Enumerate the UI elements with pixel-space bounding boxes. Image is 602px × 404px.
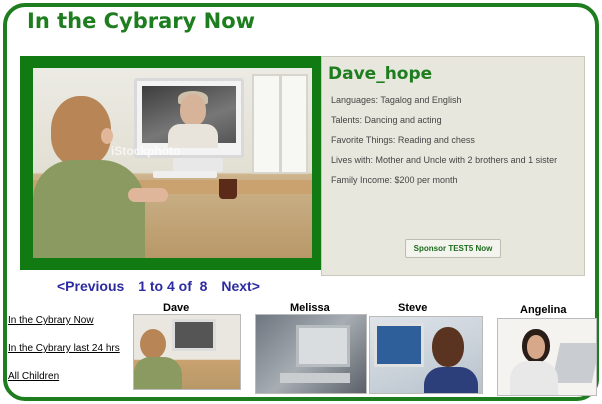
thumbnail-dave[interactable] — [133, 314, 241, 390]
thumbnail-angelina[interactable] — [497, 318, 597, 396]
thumbnail-melissa[interactable] — [255, 314, 367, 394]
screen-person-face — [180, 94, 206, 126]
child-body — [33, 160, 145, 258]
thumb-monitor — [374, 323, 424, 367]
thumb-keyboard — [280, 373, 350, 383]
thumb-child-head — [432, 327, 464, 367]
thumbnail-steve[interactable] — [369, 316, 483, 394]
sponsor-button[interactable]: Sponsor TEST5 Now — [405, 239, 501, 258]
photo-watermark: iStockphoto — [111, 144, 181, 158]
thumb-child-face — [527, 335, 545, 359]
thumb-child-body — [510, 361, 558, 395]
page-title: In the Cybrary Now — [27, 9, 256, 33]
profile-panel: Dave_hope Languages: Tagalog and English… — [321, 56, 585, 276]
monitor-stand — [173, 158, 223, 172]
next-link[interactable]: Next> — [221, 278, 260, 294]
window-graphic — [252, 74, 308, 174]
thumb-name-melissa: Melissa — [290, 302, 330, 314]
profile-lives-with: Lives with: Mother and Uncle with 2 brot… — [331, 155, 558, 165]
thumb-monitor — [296, 325, 350, 367]
profile-family-income: Family Income: $200 per month — [331, 175, 458, 185]
child-arm — [128, 188, 168, 202]
link-cybrary-last-24-hrs[interactable]: In the Cybrary last 24 hrs — [8, 343, 120, 354]
featured-photo-scene: iStockphoto — [33, 68, 312, 258]
child-name: Dave_hope — [328, 64, 433, 84]
thumb-name-dave: Dave — [163, 302, 190, 314]
thumb-laptop — [551, 343, 596, 383]
keyboard-graphic — [153, 171, 217, 178]
link-cybrary-now[interactable]: In the Cybrary Now — [8, 315, 94, 326]
thumb-monitor — [172, 319, 216, 351]
cup-graphic — [219, 179, 237, 199]
video-call-screen — [142, 86, 236, 148]
thumb-child-body — [424, 367, 478, 393]
profile-languages: Languages: Tagalog and English — [331, 95, 462, 105]
profile-talents: Talents: Dancing and acting — [331, 115, 442, 125]
thumb-name-steve: Steve — [398, 302, 428, 314]
thumb-child-head — [140, 329, 166, 359]
link-all-children[interactable]: All Children — [8, 371, 59, 382]
thumb-name-angelina: Angelina — [520, 304, 567, 316]
child-ear — [101, 128, 113, 144]
page-count: 1 to 4 of 8 — [138, 278, 208, 294]
pagination: <Previous 1 to 4 of 8 Next> — [57, 278, 260, 294]
featured-photo[interactable]: iStockphoto — [20, 56, 325, 270]
thumb-child-body — [134, 357, 182, 389]
previous-link[interactable]: <Previous — [57, 278, 124, 294]
profile-favorite-things: Favorite Things: Reading and chess — [331, 135, 475, 145]
